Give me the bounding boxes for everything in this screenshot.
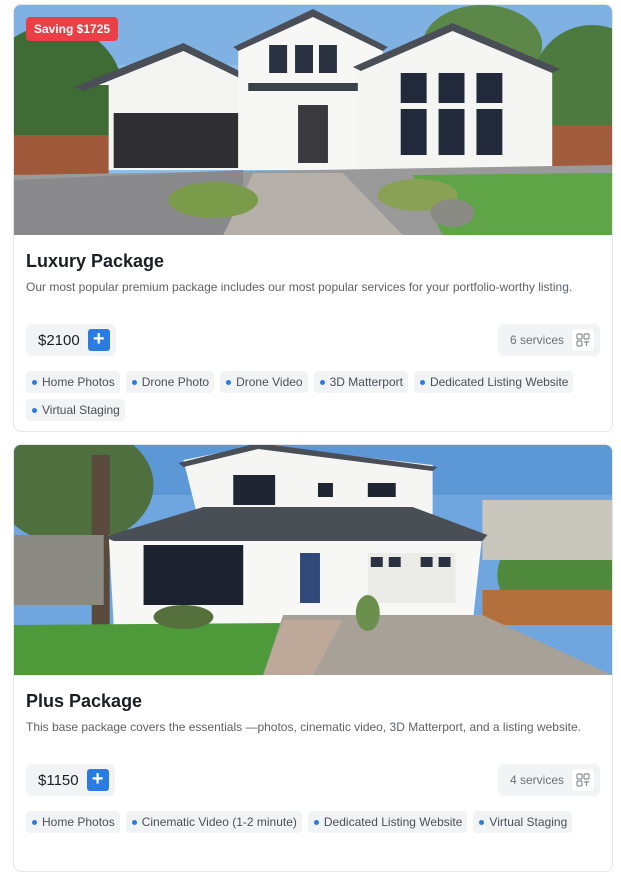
service-tag-label: Virtual Staging <box>42 403 120 417</box>
bullet-dot-icon <box>226 379 232 385</box>
package-title: Plus Package <box>26 691 143 711</box>
service-tag: Drone Video <box>220 371 308 393</box>
bullet-dot-icon <box>32 819 37 825</box>
package-price: $2100 <box>38 331 80 349</box>
bullet-dot-icon <box>479 819 485 825</box>
service-tag-label: Dedicated Listing Website <box>323 815 463 829</box>
service-tag: Drone Photo <box>125 371 215 393</box>
package-description: This base package covers the essentials … <box>26 720 581 734</box>
service-tags: Home Photos Drone Photo Drone Video 3D M… <box>26 371 612 421</box>
package-card-plus[interactable]: Plus Package This base package covers th… <box>13 444 613 872</box>
bullet-dot-icon <box>131 379 137 385</box>
service-tag: Virtual Staging <box>473 811 573 833</box>
service-tags: Home Photos Cinematic Video (1-2 minute)… <box>26 811 612 833</box>
service-tag: Dedicated Listing Website <box>413 371 574 393</box>
saving-badge: Saving $1725 <box>26 17 119 41</box>
service-tag: Home Photos <box>26 811 120 833</box>
bullet-dot-icon <box>131 819 137 825</box>
services-count: 6 services <box>509 333 564 347</box>
service-tag-label: Virtual Staging <box>489 815 568 829</box>
package-price: $1150 <box>38 771 79 789</box>
service-tag: Dedicated Listing Website <box>307 811 468 833</box>
package-photo <box>14 445 612 675</box>
service-tag-label: Cinematic Video (1-2 minute) <box>141 815 297 829</box>
add-package-button[interactable]: + <box>87 328 110 351</box>
package-photo: Saving $1725 <box>14 5 612 235</box>
bullet-dot-icon <box>32 407 37 413</box>
plus-icon: + <box>91 768 104 790</box>
service-tag: Home Photos <box>26 371 120 393</box>
price-box: $2100 + <box>26 324 116 356</box>
service-tag: Virtual Staging <box>26 399 125 421</box>
service-tag-label: Drone Photo <box>141 375 210 389</box>
service-tag: 3D Matterport <box>313 371 408 393</box>
service-tag-label: Drone Video <box>236 375 303 389</box>
bullet-dot-icon <box>32 379 37 385</box>
service-tag-label: Home Photos <box>42 815 115 829</box>
add-package-button[interactable]: + <box>86 768 109 791</box>
package-card-luxury[interactable]: Saving $1725 Luxury Package Our most pop… <box>13 4 613 432</box>
services-count: 4 services <box>509 773 564 787</box>
bullet-dot-icon <box>319 379 325 385</box>
service-tag-label: Home Photos <box>42 375 115 389</box>
package-description: Our most popular premium package include… <box>26 280 573 294</box>
package-title: Luxury Package <box>26 251 165 271</box>
plus-icon: + <box>92 328 105 350</box>
service-tag: Cinematic Video (1-2 minute) <box>125 811 302 833</box>
services-count-button[interactable]: 6 services <box>497 324 600 356</box>
price-box: $1150 + <box>26 764 115 796</box>
grid-icon <box>572 769 594 791</box>
bullet-dot-icon <box>419 379 425 385</box>
service-tag-label: 3D Matterport <box>329 375 403 389</box>
grid-icon <box>572 329 594 351</box>
service-tag-label: Dedicated Listing Website <box>429 375 569 389</box>
house-photo-image <box>14 445 612 675</box>
bullet-dot-icon <box>313 819 319 825</box>
services-count-button[interactable]: 4 services <box>497 764 600 796</box>
